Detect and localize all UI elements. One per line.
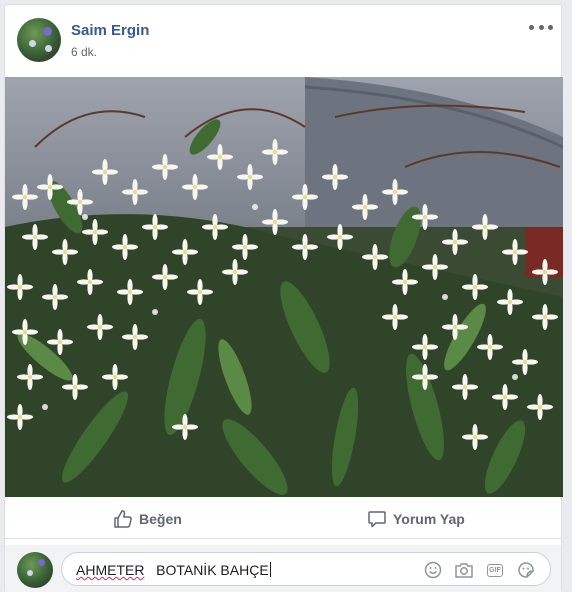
thumbs-up-icon <box>114 510 132 528</box>
like-button[interactable]: Beğen <box>113 507 182 531</box>
typed-text: BOTANİK BAHÇE <box>144 562 269 578</box>
post-timestamp[interactable]: 6 dk. <box>71 45 97 59</box>
author-name[interactable]: Saim Ergin <box>71 22 149 39</box>
comment-bubble-icon <box>368 511 386 528</box>
sticker-icon[interactable] <box>516 560 536 580</box>
emoji-icon[interactable] <box>423 560 443 580</box>
camera-icon[interactable] <box>454 560 474 580</box>
comment-composer: AHMETER BOTANİK BAHÇE GIF <box>5 545 561 592</box>
author-avatar[interactable] <box>17 18 61 62</box>
more-options-icon[interactable] <box>529 17 553 37</box>
comment-input[interactable]: AHMETER BOTANİK BAHÇE GIF <box>61 552 551 586</box>
gif-icon[interactable]: GIF <box>485 560 505 580</box>
comment-label: Yorum Yap <box>393 511 465 527</box>
like-label: Beğen <box>139 511 182 527</box>
post-header: Saim Ergin 6 dk. <box>5 5 561 77</box>
post-card: Saim Ergin 6 dk. Beğen Yorum Yap AHMETER… <box>4 4 563 592</box>
text-caret <box>269 562 271 577</box>
comment-button[interactable]: Yorum Yap <box>367 507 465 531</box>
post-actions-bar: Beğen Yorum Yap <box>5 499 561 539</box>
misspelled-word: AHMETER <box>76 562 145 578</box>
comment-input-text: AHMETER BOTANİK BAHÇE <box>76 562 271 578</box>
commenter-avatar[interactable] <box>17 552 53 588</box>
post-photo[interactable] <box>5 77 563 497</box>
comment-tools: GIF <box>423 560 536 580</box>
